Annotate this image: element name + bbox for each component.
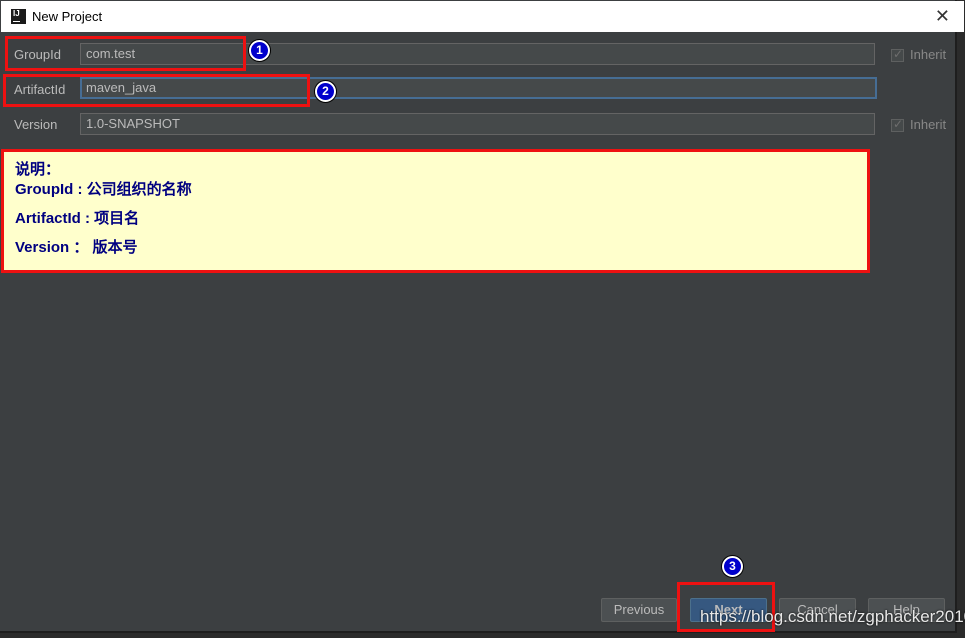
title-bar: IJ New Project ✕ — [1, 1, 964, 32]
version-input[interactable]: 1.0-SNAPSHOT — [80, 113, 875, 135]
inherit-label: Inherit — [910, 117, 947, 132]
checkbox-checked-icon[interactable] — [891, 47, 904, 63]
highlight-artifactid — [3, 74, 310, 107]
version-inherit-checkbox[interactable]: Inherit — [891, 117, 947, 133]
app-icon-text: IJ — [13, 9, 20, 18]
note-heading: 说明： — [15, 161, 61, 178]
help-button[interactable]: Help — [868, 598, 945, 622]
highlight-groupid — [5, 36, 246, 71]
version-label: Version — [14, 117, 58, 132]
intellij-logo-icon: IJ — [11, 9, 26, 24]
step-marker-2: 2 — [315, 81, 336, 102]
step-marker-3: 3 — [722, 556, 743, 577]
close-icon[interactable]: ✕ — [935, 6, 950, 26]
groupid-inherit-checkbox[interactable]: Inherit — [891, 47, 947, 63]
cancel-button[interactable]: Cancel — [779, 598, 856, 622]
step-marker-1: 1 — [249, 40, 270, 61]
next-button[interactable]: Next — [690, 598, 767, 622]
window-title: New Project — [32, 9, 103, 24]
note-line-artifactid: ArtifactId : 项目名 — [15, 210, 140, 227]
checkbox-checked-icon[interactable] — [891, 117, 904, 133]
inherit-label: Inherit — [910, 47, 947, 62]
note-line-version: Version ： 版本号 — [15, 239, 138, 256]
new-project-dialog: IJ New Project ✕ GroupId com.test Inheri… — [0, 0, 964, 633]
note-line-groupid: GroupId : 公司组织的名称 — [15, 181, 192, 198]
previous-button[interactable]: Previous — [601, 598, 677, 622]
annotation-note: 说明： GroupId : 公司组织的名称 ArtifactId : 项目名 V… — [1, 149, 870, 273]
